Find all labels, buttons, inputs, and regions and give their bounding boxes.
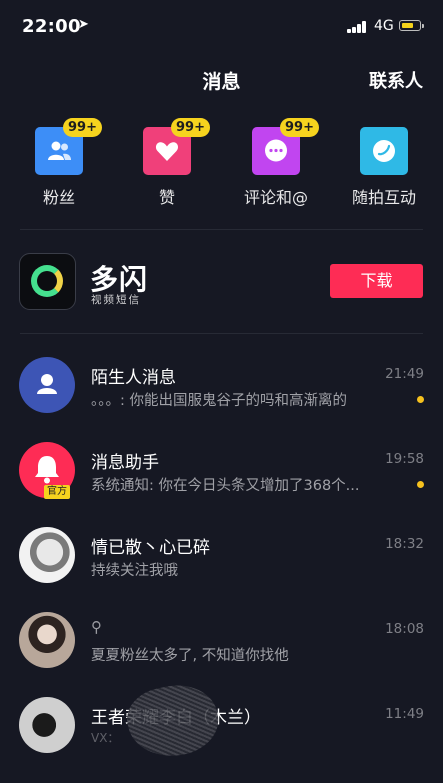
badge: 99+ bbox=[280, 118, 319, 137]
duoshan-logo bbox=[19, 253, 76, 310]
message-name: 情已散丶心已碎 bbox=[91, 538, 210, 558]
comment-icon: 99+ bbox=[252, 118, 319, 175]
category-label: 随拍互动 bbox=[351, 188, 416, 207]
camera-interaction-icon bbox=[360, 127, 408, 175]
badge: 99+ bbox=[63, 118, 102, 137]
message-name: 陌生人消息 bbox=[91, 368, 176, 388]
signal-icon bbox=[347, 21, 369, 33]
message-time: 19:58 bbox=[385, 451, 424, 467]
message-time: 18:32 bbox=[385, 536, 424, 552]
category-fans[interactable]: 99+ 粉丝 bbox=[4, 118, 114, 208]
category-label: 赞 bbox=[158, 188, 175, 207]
message-row[interactable]: 王者荣耀李白（木兰） VX： 11:49 bbox=[0, 697, 443, 783]
message-row-assistant[interactable]: 官方 消息助手 系统通知: 你在今日头条又增加了368个... 19:58 bbox=[0, 442, 443, 528]
category-camera-interaction[interactable]: 随拍互动 bbox=[329, 127, 439, 208]
contacts-link[interactable]: 联系人 bbox=[369, 67, 423, 93]
message-time: 18:08 bbox=[385, 621, 424, 637]
status-time: 22:00 bbox=[22, 16, 81, 37]
name-glyph-icon: ⚲ bbox=[91, 618, 102, 636]
message-time: 21:49 bbox=[385, 366, 424, 382]
divider bbox=[20, 333, 423, 334]
avatar bbox=[19, 527, 75, 583]
avatar bbox=[19, 612, 75, 668]
divider bbox=[20, 229, 423, 230]
message-preview: 系统通知: 你在今日头条又增加了368个... bbox=[91, 478, 360, 494]
unread-dot bbox=[417, 481, 424, 488]
status-bar: 22:00 ➤ 4G bbox=[0, 0, 443, 52]
category-likes[interactable]: 99+ 赞 bbox=[112, 118, 222, 208]
category-comments[interactable]: 99+ 评论和@ bbox=[221, 118, 331, 208]
official-tag: 官方 bbox=[44, 485, 70, 499]
message-row-strangers[interactable]: 陌生人消息 。。。: 你能出国服鬼谷子的吗和高渐离的 21:49 bbox=[0, 357, 443, 443]
message-preview: 夏夏粉丝太多了, 不知道你找他 bbox=[91, 648, 289, 664]
users-icon: 99+ bbox=[35, 118, 102, 175]
category-label: 粉丝 bbox=[42, 188, 75, 207]
unread-dot bbox=[417, 396, 424, 403]
location-arrow-icon: ➤ bbox=[78, 17, 89, 32]
category-label: 评论和@ bbox=[243, 188, 308, 207]
promo-app-subtitle: 视频短信 bbox=[91, 294, 141, 306]
stranger-avatar-icon bbox=[19, 357, 75, 413]
message-preview: 持续关注我哦 bbox=[91, 563, 178, 579]
heart-icon: 99+ bbox=[143, 118, 210, 175]
message-time: 11:49 bbox=[385, 706, 424, 722]
battery-icon bbox=[399, 20, 424, 31]
network-type: 4G bbox=[374, 18, 394, 34]
message-row[interactable]: 情已散丶心已碎 持续关注我哦 18:32 bbox=[0, 527, 443, 613]
message-name: 消息助手 bbox=[91, 453, 159, 473]
download-button[interactable]: 下载 bbox=[330, 264, 423, 298]
message-preview: 。。。: 你能出国服鬼谷子的吗和高渐离的 bbox=[91, 393, 347, 409]
badge: 99+ bbox=[171, 118, 210, 137]
avatar bbox=[19, 697, 75, 753]
message-row[interactable]: ⚲ 夏夏粉丝太多了, 不知道你找他 18:08 bbox=[0, 612, 443, 698]
